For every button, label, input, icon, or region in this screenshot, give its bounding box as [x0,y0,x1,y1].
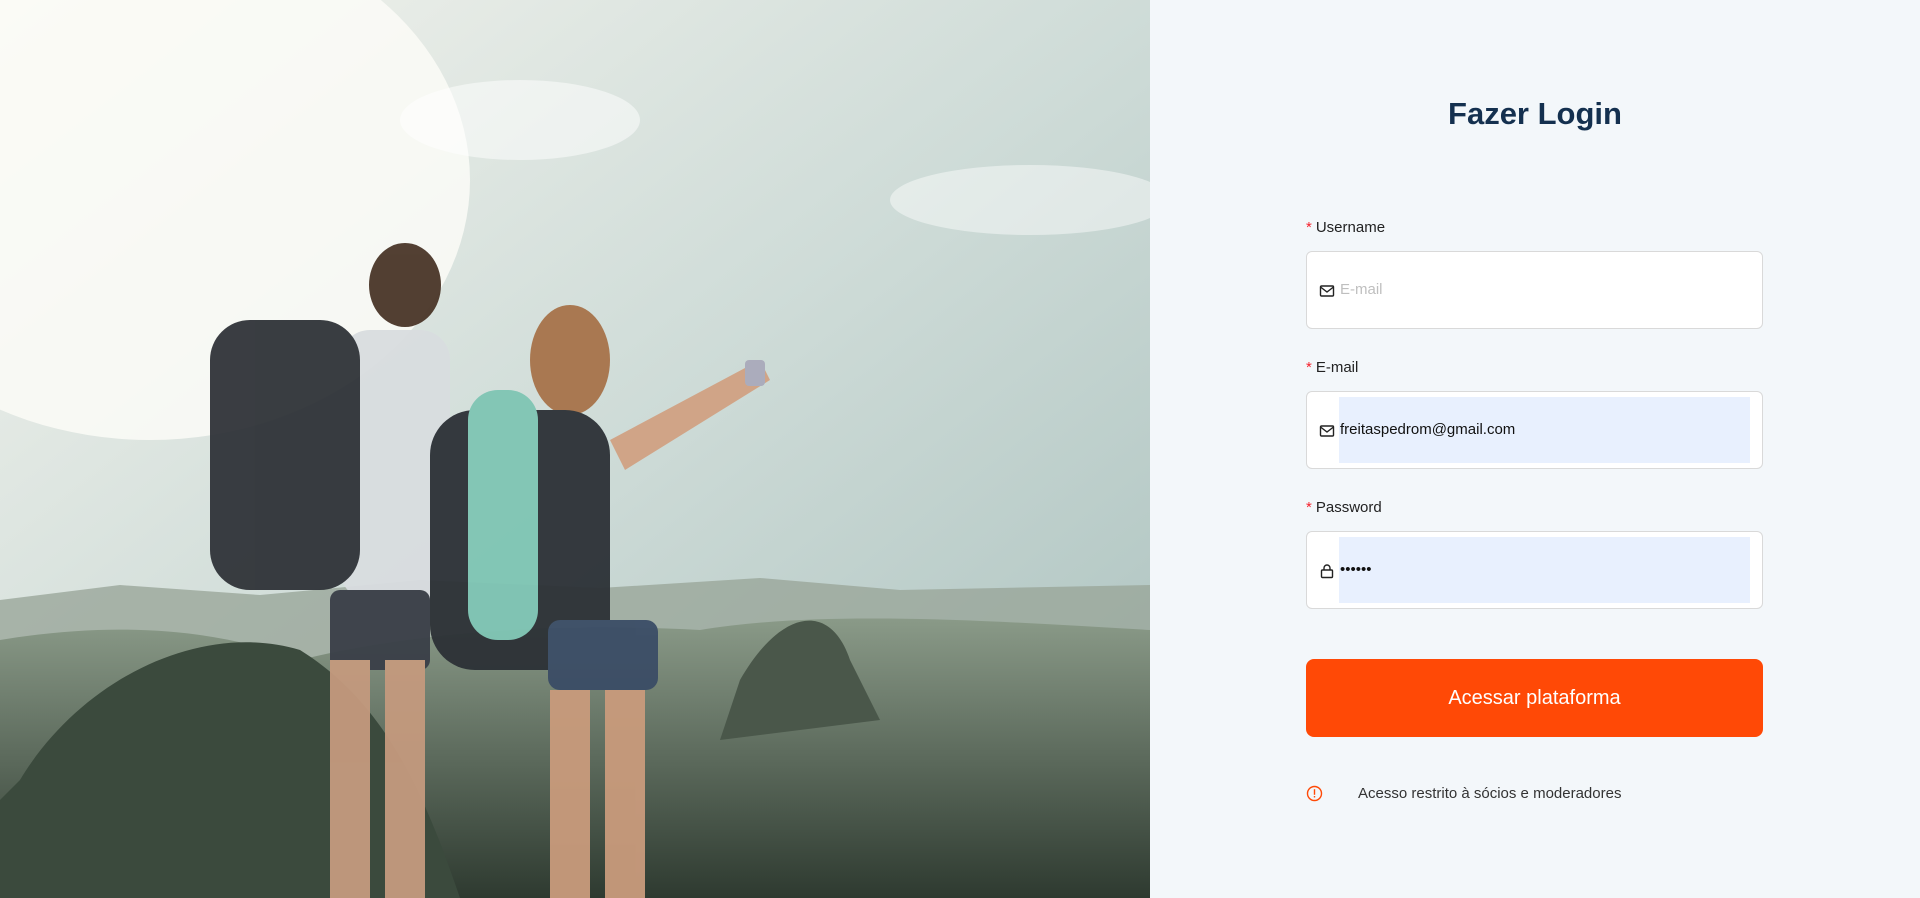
email-field[interactable]: freitaspedrom@gmail.com [1306,391,1763,469]
submit-button[interactable]: Acessar plataforma [1306,659,1763,737]
info-circle-icon [1306,785,1323,802]
hikers-mountain-illustration [0,0,1150,898]
password-field[interactable]: •••••• [1306,531,1763,609]
required-mark: * [1306,499,1312,516]
restricted-access-notice: Acesso restrito à sócios e moderadores [1306,784,1766,804]
username-field[interactable] [1306,251,1763,329]
password-label-text: Password [1315,499,1382,516]
password-input[interactable]: •••••• [1339,537,1750,603]
username-label: * Username [1306,219,1385,236]
password-label: * Password [1306,499,1382,516]
email-label-text: E-mail [1315,359,1359,376]
mail-icon [1319,285,1335,297]
login-panel: Fazer Login *Username *E-mail freitasped… [1150,0,1920,898]
page-title: Fazer Login [1448,96,1622,131]
required-mark: * [1306,359,1312,376]
email-input[interactable]: freitaspedrom@gmail.com [1339,397,1750,463]
mail-icon [1319,425,1335,437]
username-input[interactable] [1339,257,1750,323]
notice-text: Acesso restrito à sócios e moderadores [1358,785,1622,802]
hero-image [0,0,1150,898]
lock-icon [1320,564,1334,579]
required-mark: * [1306,219,1312,236]
email-label: * E-mail [1306,359,1358,376]
username-label-text: Username [1315,219,1386,236]
